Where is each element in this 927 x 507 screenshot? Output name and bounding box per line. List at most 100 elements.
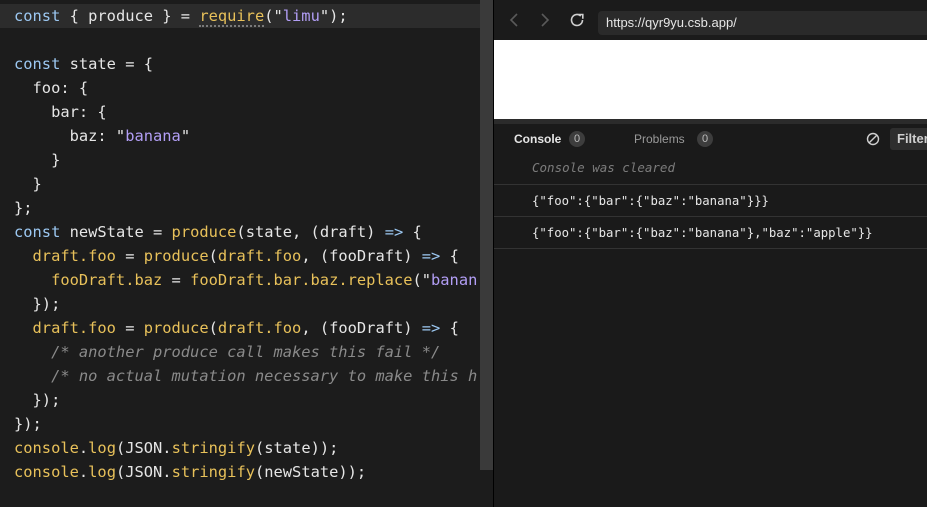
chevron-left-icon — [509, 13, 518, 27]
code-token: produce — [143, 319, 209, 337]
tab-console[interactable]: Console — [514, 131, 561, 147]
code-token: . — [78, 439, 89, 457]
code-token: console — [14, 463, 79, 481]
code-line[interactable]: foo: { — [0, 76, 493, 100]
code-line[interactable]: }); — [0, 388, 493, 412]
back-button[interactable] — [503, 9, 525, 31]
code-editor[interactable]: const { produce } = require("limu"); cons… — [0, 0, 493, 507]
chevron-right-icon — [541, 13, 550, 27]
tab-problems[interactable]: Problems — [634, 131, 685, 147]
code-line[interactable]: } — [0, 148, 493, 172]
code-token: { — [403, 223, 422, 241]
code-token: { — [440, 247, 459, 265]
console-log-entry: {"foo":{"bar":{"baz":"banana"}}} — [494, 185, 927, 217]
console-log-entry: {"foo":{"bar":{"baz":"banana"},"baz":"ap… — [494, 217, 927, 249]
code-token: . — [78, 463, 89, 481]
editor-scrollbar[interactable] — [480, 0, 493, 470]
filter-input[interactable]: Filter — [890, 128, 927, 150]
console-cleared-message: Console was cleared — [494, 154, 927, 185]
code-token: }; — [14, 199, 33, 217]
code-token: = — [162, 271, 191, 289]
preview-viewport[interactable] — [494, 40, 927, 119]
url-field[interactable]: https://qyr9yu.csb.app/ — [598, 11, 927, 35]
code-token: = — [115, 319, 144, 337]
code-line[interactable]: draft.foo = produce(draft.foo, (fooDraft… — [0, 244, 493, 268]
code-token: => — [421, 247, 441, 265]
code-token: { — [440, 319, 459, 337]
code-token: }); — [14, 391, 61, 409]
code-line[interactable]: console.log(JSON.stringify(state)); — [0, 436, 493, 460]
console-count-badge: 0 — [569, 131, 585, 147]
clear-console-icon[interactable] — [866, 132, 880, 146]
code-token: } — [14, 151, 61, 169]
browser-preview-pane: https://qyr9yu.csb.app/ Console 0 Proble… — [494, 0, 927, 507]
code-line[interactable]: } — [0, 172, 493, 196]
code-token: limu — [282, 7, 320, 25]
code-line[interactable]: const { produce } = require("limu"); — [0, 4, 493, 28]
code-area[interactable]: const { produce } = require("limu"); cons… — [0, 4, 493, 484]
code-token: banan — [431, 271, 478, 289]
code-token: log — [88, 463, 116, 481]
code-token: (state, (draft) — [236, 223, 385, 241]
console-output: Console was cleared {"foo":{"bar":{"baz"… — [494, 154, 927, 507]
code-token: /* another produce call makes this fail … — [14, 343, 441, 361]
code-line[interactable]: /* no actual mutation necessary to make … — [0, 364, 493, 388]
code-token: banana — [125, 127, 181, 145]
code-token: , (fooDraft) — [301, 319, 422, 337]
problems-count-badge: 0 — [697, 131, 713, 147]
code-token: /* no actual mutation necessary to make … — [14, 367, 478, 385]
code-token: stringify — [171, 463, 255, 481]
code-token: draft.foo — [14, 319, 116, 337]
devtools-tabs: Console 0 Problems 0 Filter — [494, 124, 927, 154]
forward-button[interactable] — [534, 9, 556, 31]
code-line[interactable]: /* another produce call makes this fail … — [0, 340, 493, 364]
code-line[interactable]: draft.foo = produce(draft.foo, (fooDraft… — [0, 316, 493, 340]
code-token: stringify — [171, 439, 255, 457]
code-token: "); — [319, 7, 348, 25]
code-token: (JSON. — [115, 463, 172, 481]
code-line[interactable]: const state = { — [0, 52, 493, 76]
code-line[interactable]: const newState = produce(state, (draft) … — [0, 220, 493, 244]
browser-toolbar: https://qyr9yu.csb.app/ — [494, 0, 927, 40]
code-token: log — [88, 439, 116, 457]
code-token: ( — [208, 319, 218, 337]
code-token: => — [421, 319, 441, 337]
code-line[interactable]: }); — [0, 292, 493, 316]
code-token: (newState)); — [254, 463, 367, 481]
code-token: draft.foo — [217, 319, 302, 337]
code-token: foo: { — [14, 79, 89, 97]
code-token: => — [384, 223, 404, 241]
code-token: (state)); — [254, 439, 339, 457]
reload-icon — [570, 13, 584, 27]
code-token: }); — [14, 415, 42, 433]
code-token: newState = — [60, 223, 172, 241]
code-token: (" — [412, 271, 432, 289]
code-token: , (fooDraft) — [301, 247, 422, 265]
code-token: const — [14, 55, 61, 73]
code-line[interactable]: console.log(JSON.stringify(newState)); — [0, 460, 493, 484]
code-line[interactable]: }); — [0, 412, 493, 436]
code-token: " — [180, 127, 191, 145]
code-line[interactable]: baz: "banana" — [0, 124, 493, 148]
code-line[interactable]: fooDraft.baz = fooDraft.bar.baz.replace(… — [0, 268, 493, 292]
code-token: bar: { — [14, 103, 107, 121]
code-token: }); — [14, 295, 61, 313]
code-line[interactable]: }; — [0, 196, 493, 220]
code-line[interactable] — [0, 28, 493, 52]
code-token: ( — [208, 247, 218, 265]
code-token: require — [199, 7, 265, 27]
code-token: = — [115, 247, 144, 265]
code-token: { produce } = — [60, 7, 200, 25]
code-token: fooDraft.bar.baz.replace — [190, 271, 413, 289]
code-token: draft.foo — [14, 247, 116, 265]
code-token: baz: " — [14, 127, 126, 145]
code-token: produce — [171, 223, 237, 241]
code-token: produce — [143, 247, 209, 265]
reload-button[interactable] — [566, 9, 588, 31]
code-line[interactable]: bar: { — [0, 100, 493, 124]
code-token: } — [14, 175, 42, 193]
code-token: console — [14, 439, 79, 457]
code-token: (" — [264, 7, 283, 25]
code-token: draft.foo — [217, 247, 302, 265]
code-token: state = { — [60, 55, 154, 73]
